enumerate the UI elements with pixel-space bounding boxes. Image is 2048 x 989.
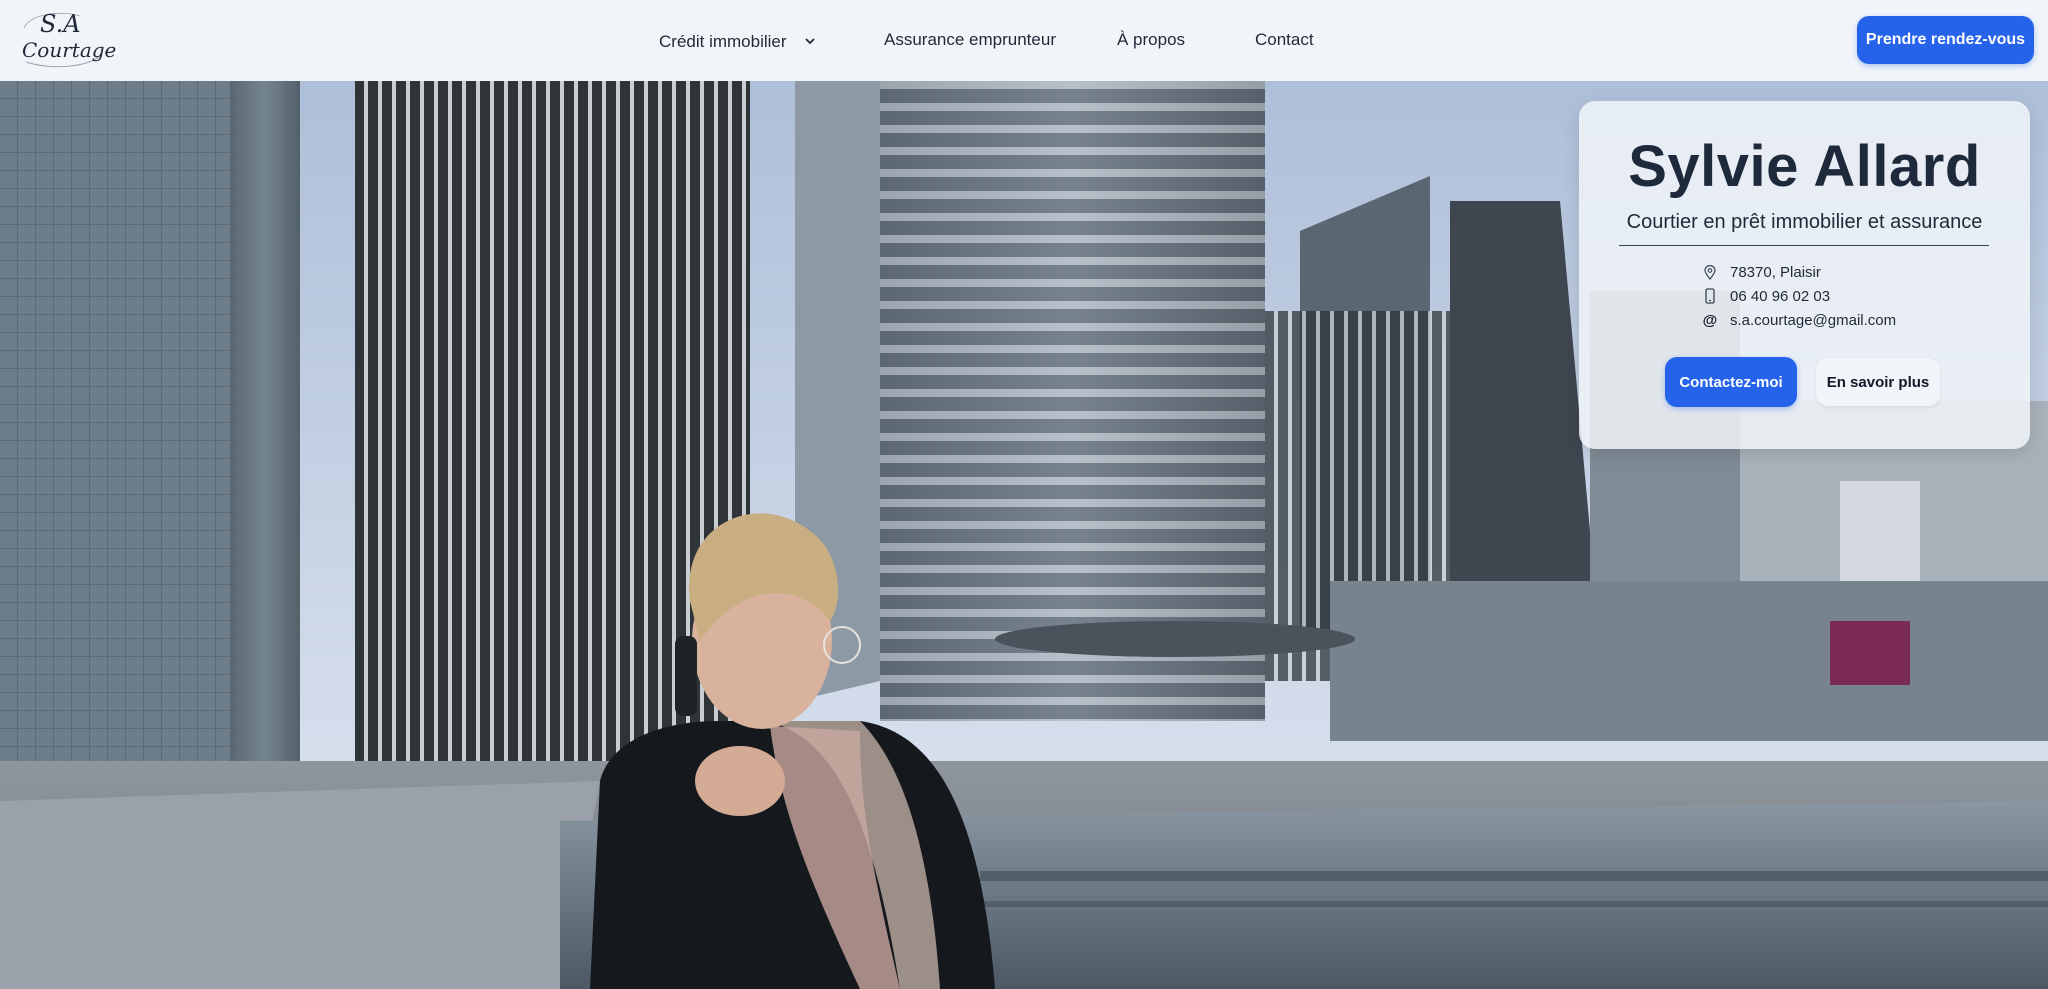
en-savoir-plus-button[interactable]: En savoir plus (1816, 358, 1940, 406)
email-text: s.a.courtage@gmail.com (1730, 311, 1897, 329)
profile-card: Sylvie Allard Courtier en prêt immobilie… (1579, 101, 2030, 449)
prendre-rendez-vous-button[interactable]: Prendre rendez-vous (1857, 16, 2034, 64)
nav-item-assurance-emprunteur[interactable]: Assurance emprunteur (884, 30, 1056, 50)
profile-name: Sylvie Allard (1628, 134, 1981, 199)
card-divider (1619, 245, 1989, 246)
phone-text: 06 40 96 02 03 (1730, 287, 1831, 305)
nav-item-a-propos[interactable]: À propos (1117, 30, 1185, 50)
navbar: S.A Courtage Crédit immobilier Assurance… (0, 0, 2048, 81)
logo-text-line1: S.A (40, 10, 81, 38)
address-text: 78370, Plaisir (1730, 263, 1821, 281)
nav-item-credit-immobilier[interactable]: Crédit immobilier (659, 30, 815, 52)
logo-text-line2: Courtage (22, 38, 117, 62)
chevron-down-icon (805, 30, 815, 50)
email-row[interactable]: @ s.a.courtage@gmail.com (1702, 309, 1896, 331)
at-sign-icon: @ (1702, 311, 1718, 329)
profile-subtitle: Courtier en prêt immobilier et assurance (1626, 211, 1983, 233)
contactez-moi-button[interactable]: Contactez-moi (1665, 357, 1797, 407)
logo[interactable]: S.A Courtage (20, 8, 116, 72)
nav-item-label: Crédit immobilier (659, 32, 787, 51)
address-row: 78370, Plaisir (1702, 261, 1821, 283)
map-pin-icon (1702, 263, 1718, 281)
nav-item-contact[interactable]: Contact (1255, 30, 1314, 50)
phone-row[interactable]: 06 40 96 02 03 (1702, 285, 1830, 307)
phone-icon (1702, 287, 1718, 305)
